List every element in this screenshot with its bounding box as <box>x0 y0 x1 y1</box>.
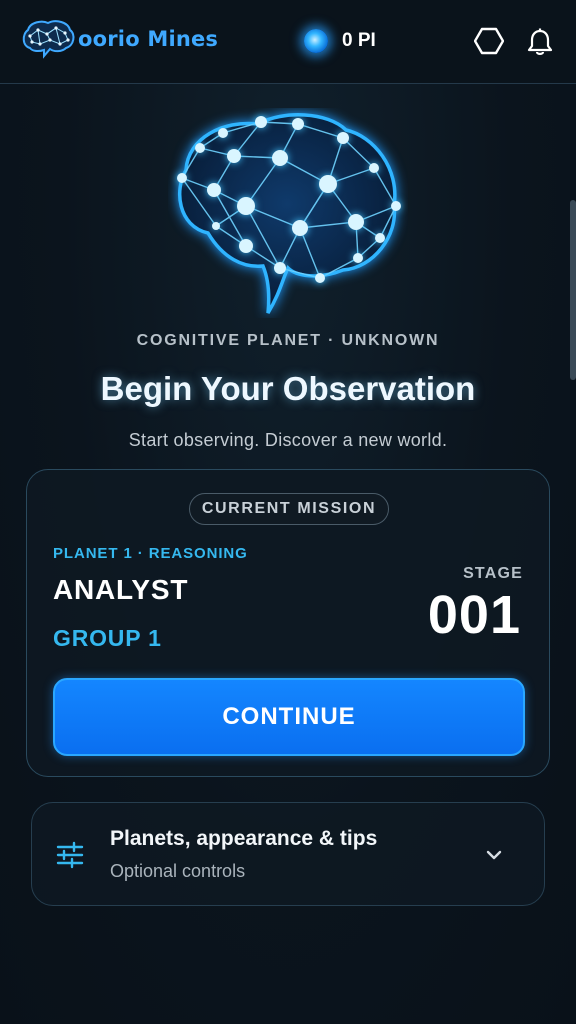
page-title: Begin Your Observation <box>100 370 476 407</box>
brain-network-icon <box>177 113 401 314</box>
planet-label: PLANET 1 · REASONING <box>53 545 248 562</box>
pi-balance[interactable]: 0 PI <box>304 26 376 56</box>
stage-label: STAGE <box>463 565 523 582</box>
role-title: ANALYST <box>53 574 189 605</box>
chevron-down-icon[interactable] <box>484 845 504 865</box>
notifications-button[interactable] <box>524 26 556 58</box>
bell-icon <box>527 28 553 55</box>
brand-name: oorio Mines <box>78 27 219 51</box>
pi-orb-icon <box>304 29 328 53</box>
mission-card: CURRENT MISSION PLANET 1 · REASONING ANA… <box>26 469 550 777</box>
continue-button[interactable]: CONTINUE <box>53 678 525 756</box>
top-bar: oorio Mines 0 PI <box>0 0 576 84</box>
hexagon-button[interactable] <box>472 26 506 56</box>
hexagon-icon <box>474 27 504 55</box>
sliders-icon <box>56 841 84 869</box>
page-subtitle: Start observing. Discover a new world. <box>128 430 448 450</box>
planet-kicker: COGNITIVE PLANET · UNKNOWN <box>136 332 440 349</box>
settings-title: Planets, appearance & tips <box>110 827 378 850</box>
pi-balance-text: 0 PI <box>342 30 376 51</box>
stage-number: 001 <box>427 585 521 645</box>
settings-subtitle: Optional controls <box>110 861 246 881</box>
group-label: GROUP 1 <box>53 625 162 651</box>
settings-accordion[interactable]: Planets, appearance & tips Optional cont… <box>31 802 545 906</box>
current-mission-badge: CURRENT MISSION <box>189 493 389 525</box>
scrollbar[interactable] <box>570 200 576 380</box>
brain-logo-icon[interactable] <box>20 18 76 60</box>
